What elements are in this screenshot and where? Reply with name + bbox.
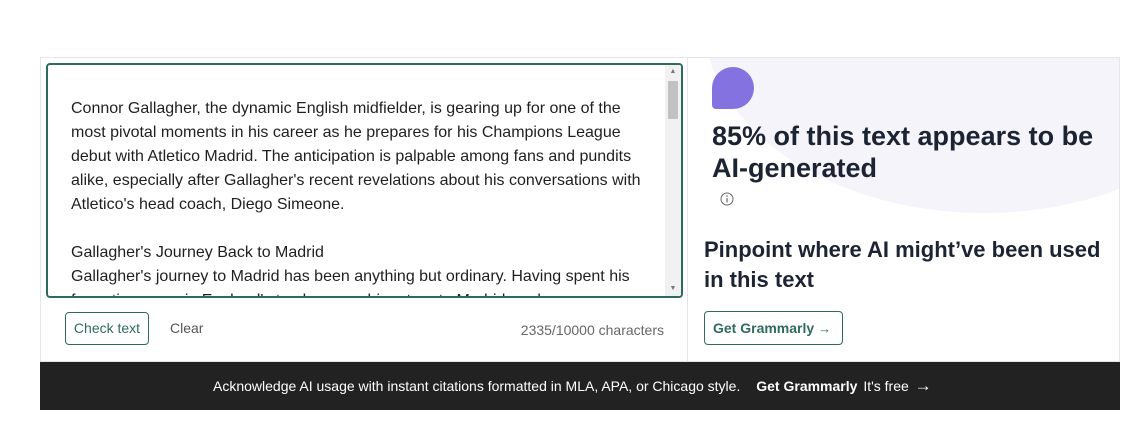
banner-arrow-icon[interactable]: → bbox=[915, 376, 932, 395]
get-grammarly-label: Get Grammarly bbox=[713, 320, 815, 336]
result-section: 85% of this text appears to be AI-genera… bbox=[688, 58, 1119, 361]
input-section: Connor Gallagher, the dynamic English mi… bbox=[41, 58, 688, 361]
editor-scrollbar[interactable]: ▲ ▼ bbox=[665, 65, 681, 296]
promo-banner: Acknowledge AI usage with instant citati… bbox=[40, 362, 1120, 410]
character-count: 2335/10000 characters bbox=[520, 322, 664, 338]
banner-free-label: It's free bbox=[863, 378, 909, 394]
ai-speech-bubble-icon bbox=[712, 67, 754, 109]
text-input-area[interactable]: Connor Gallagher, the dynamic English mi… bbox=[46, 63, 683, 298]
ai-detector-panel: Connor Gallagher, the dynamic English mi… bbox=[40, 57, 1120, 362]
scroll-up-arrow-icon[interactable]: ▲ bbox=[665, 65, 681, 79]
info-icon[interactable] bbox=[720, 192, 734, 206]
clear-button[interactable]: Clear bbox=[170, 320, 203, 336]
scroll-thumb[interactable] bbox=[668, 81, 678, 119]
banner-text: Acknowledge AI usage with instant citati… bbox=[213, 378, 741, 394]
get-grammarly-button[interactable]: Get Grammarly → bbox=[704, 311, 843, 345]
banner-get-grammarly-link[interactable]: Get Grammarly bbox=[756, 378, 857, 394]
check-text-button[interactable]: Check text bbox=[65, 312, 149, 345]
pinpoint-heading: Pinpoint where AI might’ve been used in … bbox=[704, 237, 1101, 292]
scroll-down-arrow-icon[interactable]: ▼ bbox=[665, 282, 681, 296]
editor-text[interactable]: Connor Gallagher, the dynamic English mi… bbox=[71, 97, 651, 296]
arrow-right-icon: → bbox=[818, 321, 832, 336]
result-title: 85% of this text appears to be AI-genera… bbox=[712, 121, 1094, 183]
